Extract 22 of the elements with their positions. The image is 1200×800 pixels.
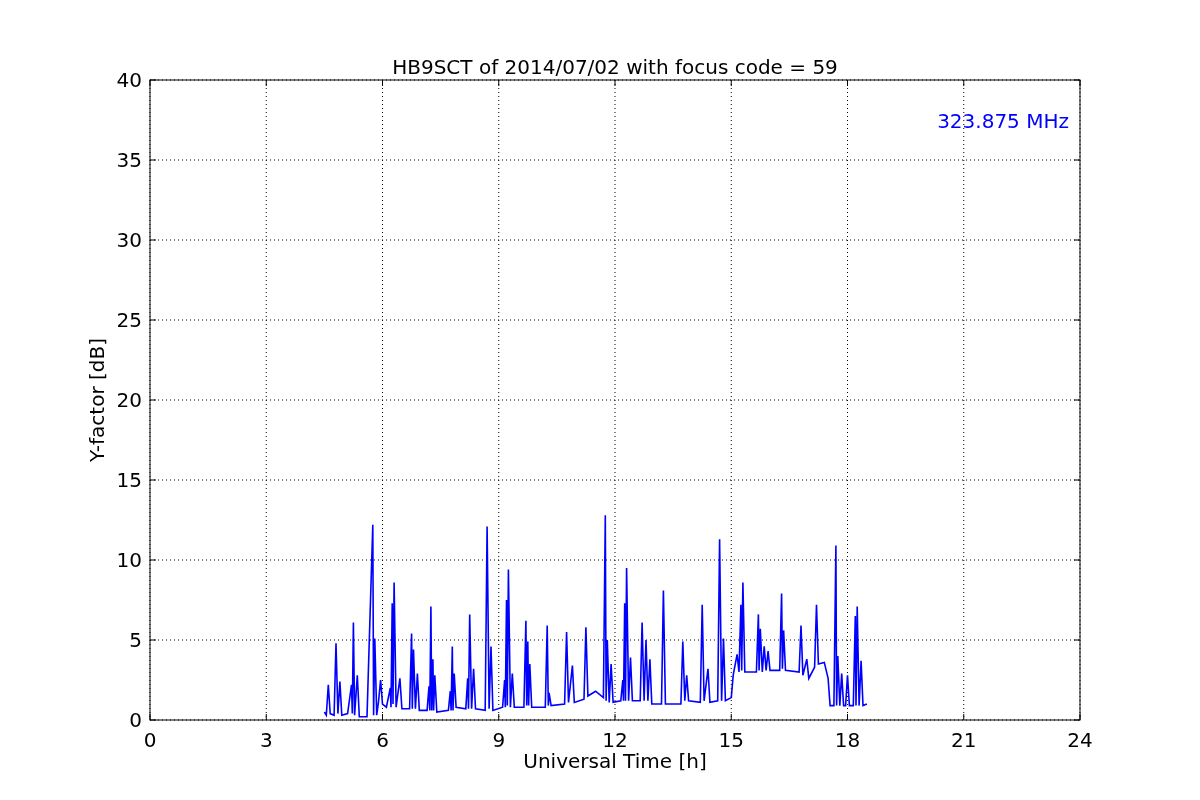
- y-tick-label: 30: [116, 228, 142, 252]
- x-tick-label: 21: [951, 728, 977, 752]
- chart-title: HB9SCT of 2014/07/02 with focus code = 59: [392, 55, 838, 79]
- x-tick-label: 0: [143, 728, 157, 752]
- y-tick-label: 35: [116, 148, 142, 172]
- x-tick-label: 12: [602, 728, 628, 752]
- y-tick-label: 15: [116, 468, 142, 492]
- y-tick-label: 5: [129, 628, 142, 652]
- y-axis-label: Y-factor [dB]: [85, 338, 109, 462]
- y-tick-label: 20: [116, 388, 142, 412]
- x-tick-label: 18: [834, 728, 861, 752]
- y-tick-label: 40: [116, 68, 142, 92]
- y-tick-label: 0: [129, 708, 142, 732]
- x-tick-label: 3: [259, 728, 273, 752]
- x-axis-label: Universal Time [h]: [523, 749, 707, 773]
- x-tick-label: 15: [718, 728, 744, 752]
- x-tick-label: 9: [492, 728, 506, 752]
- series-label: 323.875 MHz: [937, 109, 1069, 133]
- x-tick-label: 24: [1067, 728, 1093, 752]
- y-tick-label: 10: [116, 548, 142, 572]
- x-tick-label: 6: [376, 728, 389, 752]
- y-tick-label: 25: [116, 308, 142, 332]
